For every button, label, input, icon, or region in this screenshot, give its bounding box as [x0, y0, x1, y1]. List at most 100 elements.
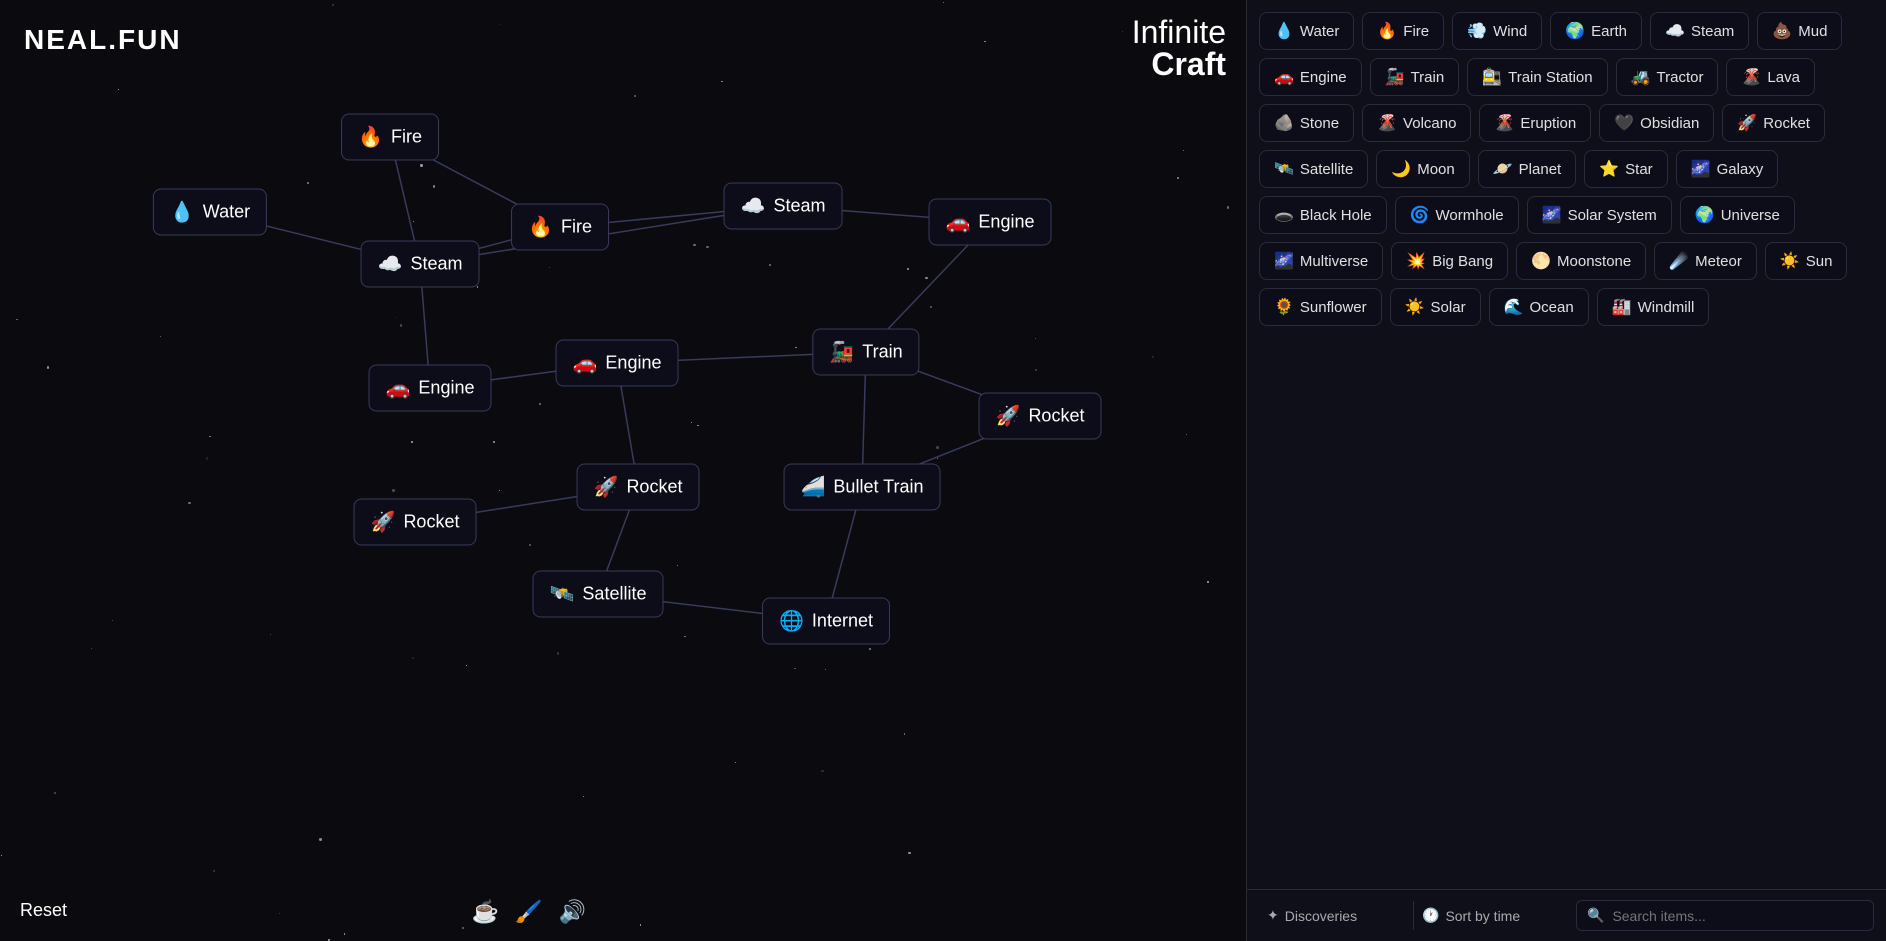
item-emoji: 🌍: [1695, 205, 1715, 225]
item-label: Mud: [1798, 23, 1827, 40]
item-emoji: 💧: [1274, 21, 1294, 41]
sidebar-item[interactable]: 🌕Moonstone: [1516, 242, 1646, 280]
sort-button[interactable]: 🕐 Sort by time: [1413, 901, 1568, 930]
sidebar-item[interactable]: 🛰️Satellite: [1259, 150, 1368, 188]
node-label: Train: [862, 342, 902, 363]
node-fire2[interactable]: 🔥Fire: [511, 204, 609, 251]
sidebar-item[interactable]: 🚀 Rocket: [1722, 104, 1825, 142]
node-rocket3[interactable]: 🚀Rocket: [577, 464, 700, 511]
item-emoji: 🚀: [1737, 113, 1757, 133]
discoveries-label: Discoveries: [1285, 908, 1357, 924]
item-label: Solar: [1431, 299, 1466, 316]
sidebar-item[interactable]: 🌍Earth: [1550, 12, 1642, 50]
item-emoji: 🌙: [1391, 159, 1411, 179]
sidebar-item[interactable]: 🌍Universe: [1680, 196, 1795, 234]
bottom-icons: ☕ 🖌️ 🔊: [472, 899, 586, 925]
node-train1[interactable]: 🚂Train: [812, 329, 919, 376]
item-label: Meteor: [1695, 253, 1742, 270]
discoveries-button[interactable]: ✦ Discoveries: [1259, 901, 1413, 930]
node-engine1[interactable]: 🚗Engine: [929, 199, 1052, 246]
sidebar-item[interactable]: 🌋Volcano: [1362, 104, 1471, 142]
sound-icon[interactable]: 🔊: [559, 899, 586, 925]
item-emoji: ☄️: [1669, 251, 1689, 271]
item-label: Wind: [1493, 23, 1527, 40]
item-label: Star: [1625, 161, 1653, 178]
item-label: Stone: [1300, 115, 1339, 132]
sidebar-item[interactable]: 💧Water: [1259, 12, 1354, 50]
sidebar-item[interactable]: 🖤Obsidian: [1599, 104, 1714, 142]
item-emoji: 🪐: [1493, 159, 1513, 179]
brush-icon[interactable]: 🖌️: [515, 899, 542, 925]
sidebar-item[interactable]: 💩 Mud: [1757, 12, 1842, 50]
item-emoji: 💩: [1772, 21, 1792, 41]
node-satellite1[interactable]: 🛰️Satellite: [533, 571, 664, 618]
game-title-line1: Infinite: [1132, 16, 1226, 48]
sidebar-item[interactable]: 🕳️Black Hole: [1259, 196, 1387, 234]
node-steam1[interactable]: ☁️Steam: [361, 241, 480, 288]
game-title: Infinite Craft: [1132, 16, 1226, 80]
sidebar-item[interactable]: 🪐Planet: [1478, 150, 1576, 188]
sidebar-item[interactable]: 🌋Eruption: [1479, 104, 1591, 142]
logo: NEAL.FUN: [24, 24, 182, 56]
item-label: Moon: [1417, 161, 1455, 178]
node-rocket2[interactable]: 🚀 Rocket: [354, 499, 477, 546]
sort-label: Sort by time: [1445, 908, 1520, 924]
coffee-icon[interactable]: ☕: [472, 899, 499, 925]
clock-icon: 🕐: [1422, 907, 1439, 924]
sidebar-item[interactable]: ☁️ Steam: [1650, 12, 1749, 50]
item-emoji: 🌕: [1531, 251, 1551, 271]
node-label: Rocket: [403, 512, 459, 533]
sidebar-item[interactable]: 🌌Galaxy: [1676, 150, 1779, 188]
node-water1[interactable]: 💧 Water: [153, 189, 267, 236]
sidebar-footer: ✦ Discoveries 🕐 Sort by time 🔍: [1247, 889, 1886, 941]
node-engine3[interactable]: 🚗Engine: [556, 340, 679, 387]
node-emoji: 🚄: [801, 475, 826, 500]
node-label: Fire: [391, 127, 422, 148]
node-emoji: 💧: [170, 200, 195, 225]
sidebar-item[interactable]: ☄️ Meteor: [1654, 242, 1757, 280]
item-label: Eruption: [1520, 115, 1576, 132]
sidebar-item[interactable]: ☀️Sun: [1765, 242, 1848, 280]
item-emoji: ⭐: [1599, 159, 1619, 179]
node-emoji: 🚀: [996, 404, 1021, 429]
sidebar-item[interactable]: 🔥Fire: [1362, 12, 1444, 50]
item-label: Tractor: [1657, 69, 1704, 86]
sidebar-item[interactable]: 🚗Engine: [1259, 58, 1362, 96]
sidebar-item[interactable]: 🌻Sunflower: [1259, 288, 1382, 326]
item-emoji: 🏭: [1612, 297, 1632, 317]
game-title-line2: Craft: [1132, 48, 1226, 80]
sidebar-item[interactable]: 🌀Wormhole: [1395, 196, 1519, 234]
sidebar-item[interactable]: 🌌Multiverse: [1259, 242, 1383, 280]
sidebar-item[interactable]: 🚂Train: [1370, 58, 1460, 96]
item-label: Steam: [1691, 23, 1734, 40]
node-steam2[interactable]: ☁️Steam: [724, 183, 843, 230]
sidebar-item[interactable]: 🚉Train Station: [1467, 58, 1607, 96]
node-bullettrain1[interactable]: 🚄Bullet Train: [784, 464, 941, 511]
sidebar-item[interactable]: 💨Wind: [1452, 12, 1542, 50]
sidebar-item[interactable]: 🏭Windmill: [1597, 288, 1710, 326]
node-engine2[interactable]: 🚗Engine: [369, 365, 492, 412]
item-label: Rocket: [1763, 115, 1810, 132]
search-input[interactable]: [1612, 908, 1863, 924]
sidebar-item[interactable]: 🌊Ocean: [1489, 288, 1589, 326]
node-label: Steam: [773, 196, 825, 217]
node-internet1[interactable]: 🌐Internet: [762, 598, 890, 645]
reset-button[interactable]: Reset: [20, 900, 67, 921]
node-emoji: 🚀: [371, 510, 396, 535]
node-label: Water: [203, 202, 250, 223]
sidebar-item[interactable]: 🪨Stone: [1259, 104, 1354, 142]
sidebar-item[interactable]: 🌋Lava: [1726, 58, 1814, 96]
item-label: Solar System: [1568, 207, 1657, 224]
sidebar-item[interactable]: 🌙 Moon: [1376, 150, 1469, 188]
sidebar-item[interactable]: ⭐ Star: [1584, 150, 1667, 188]
item-label: Big Bang: [1432, 253, 1493, 270]
node-fire1[interactable]: 🔥Fire: [341, 114, 439, 161]
sidebar-item[interactable]: 🚜 Tractor: [1616, 58, 1719, 96]
item-emoji: 🚜: [1631, 67, 1651, 87]
item-emoji: ☁️: [1665, 21, 1685, 41]
sidebar-item[interactable]: 💥Big Bang: [1391, 242, 1508, 280]
node-rocket1[interactable]: 🚀Rocket: [979, 393, 1102, 440]
sidebar-item[interactable]: ☀️Solar: [1390, 288, 1481, 326]
node-label: Engine: [978, 212, 1034, 233]
sidebar-item[interactable]: 🌌Solar System: [1527, 196, 1672, 234]
